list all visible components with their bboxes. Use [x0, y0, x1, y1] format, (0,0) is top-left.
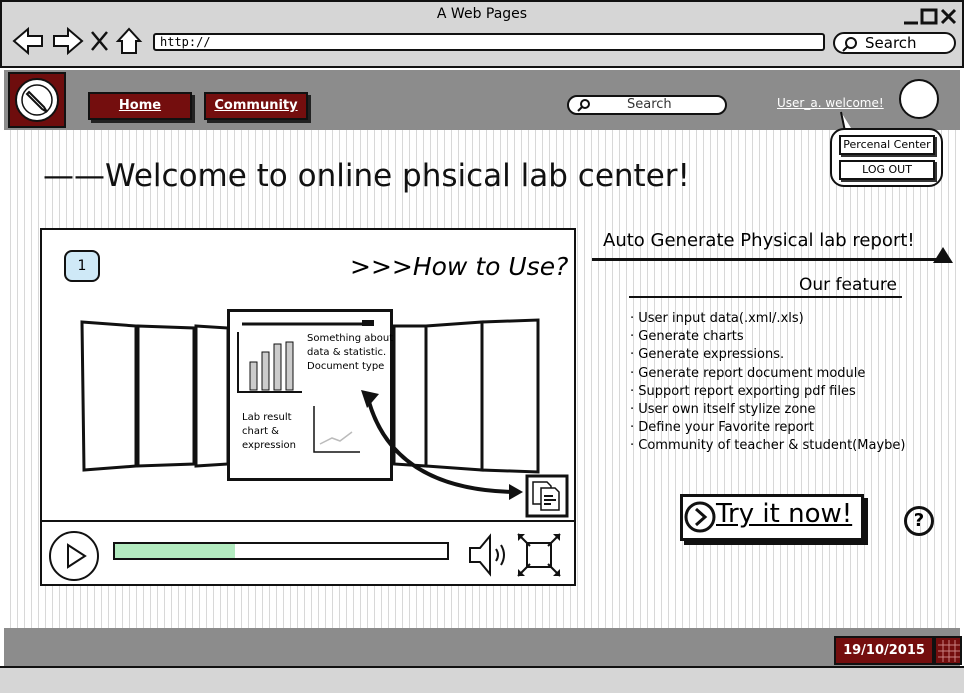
- feature-panel-title: Auto Generate Physical lab report!: [603, 230, 915, 251]
- progress-fill: [115, 544, 235, 558]
- nav-home-button[interactable]: Home: [88, 92, 192, 120]
- feature-list: · User input data(.xml/.xls) · Generate …: [630, 310, 905, 456]
- maximize-icon[interactable]: [920, 8, 938, 25]
- list-item: · User input data(.xml/.xls): [630, 311, 804, 326]
- carousel-slide-left-1[interactable]: [80, 320, 138, 472]
- bar-chart-icon: [237, 332, 302, 393]
- window-title: A Web Pages: [436, 6, 528, 22]
- logout-button[interactable]: LOG OUT: [839, 160, 935, 180]
- nav-controls: [12, 26, 143, 56]
- list-item: · Define your Favorite report: [630, 420, 814, 436]
- carousel-slide-left-2[interactable]: [136, 324, 196, 468]
- arrow-circle-icon: [684, 501, 716, 533]
- fullscreen-icon[interactable]: [516, 532, 562, 578]
- stop-icon[interactable]: [91, 31, 108, 51]
- list-item: · User own itself stylize zone: [630, 402, 816, 418]
- list-item: · Generate expressions.: [630, 347, 785, 363]
- logo-icon: [15, 78, 59, 122]
- title-divider: [592, 258, 948, 261]
- play-button[interactable]: [49, 531, 99, 581]
- close-window-icon[interactable]: [940, 8, 957, 25]
- home-icon[interactable]: [115, 27, 143, 54]
- try-it-now-label: Try it now!: [716, 499, 853, 529]
- slide-text-line: Lab result: [242, 412, 292, 423]
- window-controls: [904, 8, 957, 25]
- slide-text-top: Something about data & statistic. Docume…: [307, 332, 393, 374]
- browser-status-bar: [0, 666, 964, 693]
- user-welcome-link[interactable]: User_a. welcome!: [777, 96, 884, 110]
- progress-bar[interactable]: [113, 542, 449, 560]
- browser-search-label: Search: [865, 34, 917, 52]
- calendar-grid-icon: [938, 640, 960, 662]
- forward-icon[interactable]: [53, 26, 84, 56]
- list-item: · Generate report document module: [630, 365, 866, 381]
- list-item: · Community of teacher & student(Maybe): [630, 438, 906, 454]
- search-icon: [842, 37, 857, 52]
- url-bar[interactable]: http://: [153, 33, 825, 51]
- player-control-divider: [40, 520, 576, 522]
- site-footer: [4, 628, 960, 666]
- collapse-triangle-icon[interactable]: [931, 245, 955, 265]
- feature-heading: Our feature: [799, 275, 897, 295]
- list-item: · Generate charts: [630, 329, 744, 345]
- site-search-icon: [577, 99, 590, 112]
- site-search-input[interactable]: Search: [567, 95, 727, 115]
- play-icon: [67, 543, 87, 569]
- browser-search-input[interactable]: Search: [833, 32, 956, 54]
- feature-divider: [629, 296, 902, 298]
- video-title: >>>How to Use?: [350, 252, 569, 281]
- slide-text-line: chart &: [242, 426, 279, 437]
- carousel-slide-left-3[interactable]: [194, 324, 230, 468]
- back-icon[interactable]: [12, 26, 43, 56]
- nav-community-button[interactable]: Community: [204, 92, 308, 120]
- slide-text-line: Document type: [307, 361, 385, 372]
- line-chart-icon: [313, 406, 360, 453]
- slide-text-line: expression: [242, 440, 296, 451]
- volume-icon[interactable]: [468, 532, 512, 578]
- calendar-icon[interactable]: [934, 636, 962, 665]
- slide-text-bottom: Lab result chart & expression: [242, 411, 296, 453]
- date-display: 19/10/2015: [834, 636, 934, 665]
- slide-text-line: Something about: [307, 333, 394, 344]
- page-title: ——Welcome to online phsical lab center!: [43, 158, 690, 194]
- slide-number-badge: 1: [64, 250, 100, 282]
- document-icon[interactable]: [525, 474, 569, 518]
- personal-center-button[interactable]: Percenal Center: [839, 135, 935, 155]
- site-logo[interactable]: [8, 72, 66, 128]
- slide-text-line: data & statistic.: [307, 347, 387, 358]
- avatar[interactable]: [899, 79, 939, 119]
- site-search-placeholder: Search: [627, 97, 672, 112]
- list-item: · Support report exporting pdf files: [630, 383, 856, 399]
- help-icon[interactable]: ?: [904, 506, 934, 536]
